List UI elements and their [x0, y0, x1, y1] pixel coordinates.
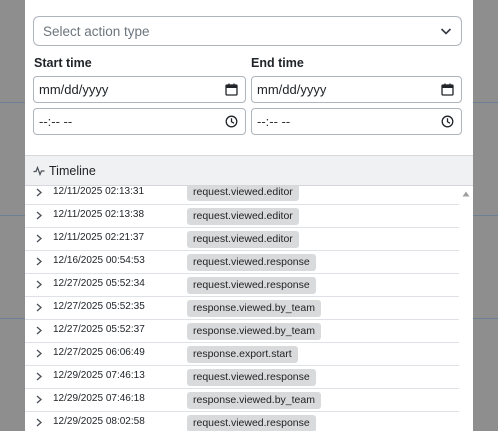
- activity-icon: [33, 166, 45, 176]
- event-action-badge: request.viewed.editor: [187, 186, 299, 201]
- event-action-badge: response.viewed.by_team: [187, 392, 321, 409]
- timeline-title: Timeline: [49, 164, 96, 178]
- chevron-right-icon[interactable]: [35, 349, 43, 358]
- event-action-badge: request.viewed.response: [187, 277, 316, 294]
- end-time-input[interactable]: --:-- --: [251, 108, 462, 135]
- end-date-placeholder: mm/dd/yyyy: [257, 82, 327, 97]
- event-timestamp: 12/27/2025 05:52:35: [53, 301, 145, 312]
- timeline-row[interactable]: 12/27/2025 05:52:37 response.viewed.by_te…: [25, 320, 459, 343]
- timeline-row[interactable]: 12/27/2025 05:52:35 response.viewed.by_te…: [25, 297, 459, 320]
- start-time-placeholder: --:-- --: [39, 114, 73, 129]
- end-date-input[interactable]: mm/dd/yyyy: [251, 76, 462, 103]
- start-time-label: Start time: [34, 56, 92, 70]
- event-action-badge: request.viewed.response: [187, 254, 316, 271]
- end-time-label: End time: [251, 56, 304, 70]
- start-time-input[interactable]: --:-- --: [33, 108, 246, 135]
- event-action-badge: request.viewed.response: [187, 415, 316, 431]
- scroll-up-arrow-icon[interactable]: [462, 191, 470, 197]
- chevron-right-icon[interactable]: [35, 280, 43, 289]
- event-action-badge: response.viewed.by_team: [187, 323, 321, 340]
- event-timestamp: 12/29/2025 07:46:13: [53, 370, 145, 381]
- event-action-badge: request.viewed.editor: [187, 208, 299, 225]
- chevron-right-icon[interactable]: [35, 257, 43, 266]
- timeline-row[interactable]: 12/29/2025 07:46:13 request.viewed.respon…: [25, 366, 459, 389]
- action-type-placeholder: Select action type: [43, 23, 150, 39]
- audit-log-modal: Select action type Start time End time m…: [25, 0, 473, 431]
- chevron-right-icon[interactable]: [35, 188, 43, 197]
- chevron-right-icon[interactable]: [35, 234, 43, 243]
- timeline-row[interactable]: 12/11/2025 02:21:37 request.viewed.editor: [25, 228, 459, 251]
- start-date-input[interactable]: mm/dd/yyyy: [33, 76, 246, 103]
- event-timestamp: 12/27/2025 05:52:37: [53, 324, 145, 335]
- timeline-row[interactable]: 12/27/2025 05:52:34 request.viewed.respon…: [25, 274, 459, 297]
- timeline-row[interactable]: 12/11/2025 02:13:38 request.viewed.editor: [25, 205, 459, 228]
- chevron-right-icon[interactable]: [35, 395, 43, 404]
- event-timestamp: 12/11/2025 02:21:37: [53, 232, 145, 243]
- event-action-badge: response.viewed.by_team: [187, 300, 321, 317]
- chevron-right-icon[interactable]: [35, 372, 43, 381]
- chevron-down-icon: [440, 28, 452, 35]
- chevron-right-icon[interactable]: [35, 418, 43, 427]
- timeline-list: 12/11/2025 02:13:31 request.viewed.editor…: [25, 186, 459, 431]
- event-timestamp: 12/27/2025 05:52:34: [53, 278, 145, 289]
- timeline-row[interactable]: 12/29/2025 08:02:58 request.viewed.respon…: [25, 412, 459, 431]
- event-timestamp: 12/27/2025 06:06:49: [53, 347, 145, 358]
- action-type-select[interactable]: Select action type: [33, 16, 462, 46]
- event-timestamp: 12/29/2025 08:02:58: [53, 416, 145, 427]
- calendar-icon: [225, 83, 238, 96]
- timeline-row[interactable]: 12/29/2025 07:46:18 response.viewed.by_te…: [25, 389, 459, 412]
- timeline-row[interactable]: 12/27/2025 06:06:49 response.export.start: [25, 343, 459, 366]
- clock-icon: [441, 115, 454, 128]
- event-action-badge: response.export.start: [187, 346, 298, 363]
- chevron-right-icon[interactable]: [35, 303, 43, 312]
- event-action-badge: request.viewed.editor: [187, 231, 299, 248]
- timeline-scrollbar[interactable]: [459, 186, 473, 431]
- clock-icon: [225, 115, 238, 128]
- event-timestamp: 12/29/2025 07:46:18: [53, 393, 145, 404]
- event-action-badge: request.viewed.response: [187, 369, 316, 386]
- end-time-placeholder: --:-- --: [257, 114, 291, 129]
- chevron-right-icon[interactable]: [35, 211, 43, 220]
- timeline-header: Timeline: [25, 155, 473, 186]
- event-timestamp: 12/11/2025 02:13:31: [53, 186, 145, 197]
- event-timestamp: 12/16/2025 00:54:53: [53, 255, 145, 266]
- start-date-placeholder: mm/dd/yyyy: [39, 82, 109, 97]
- calendar-icon: [441, 83, 454, 96]
- event-timestamp: 12/11/2025 02:13:38: [53, 209, 145, 220]
- chevron-right-icon[interactable]: [35, 326, 43, 335]
- timeline-row[interactable]: 12/11/2025 02:13:31 request.viewed.editor: [25, 186, 459, 205]
- timeline-row[interactable]: 12/16/2025 00:54:53 request.viewed.respon…: [25, 251, 459, 274]
